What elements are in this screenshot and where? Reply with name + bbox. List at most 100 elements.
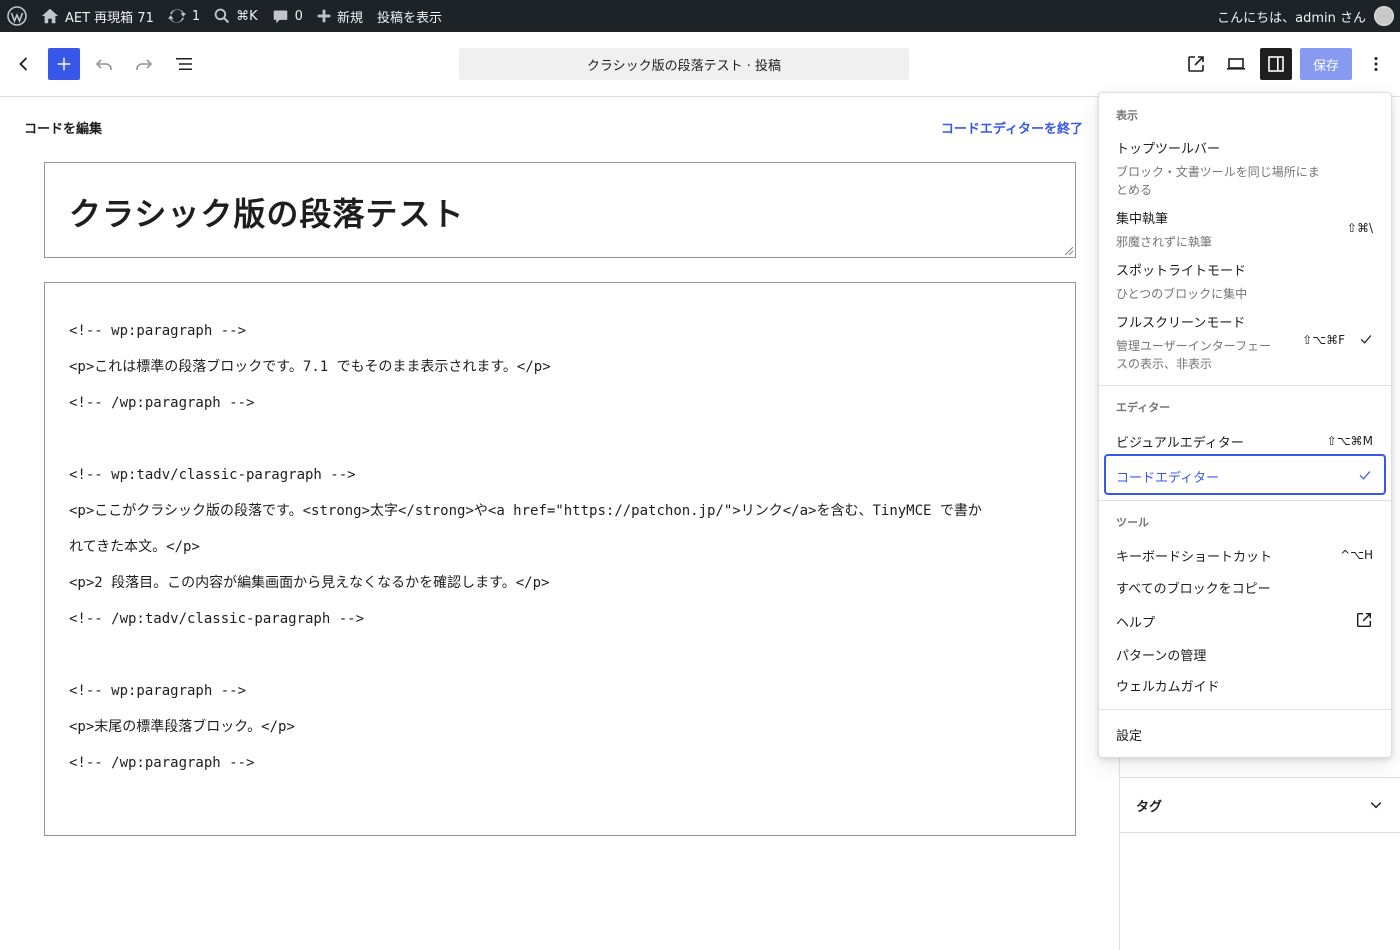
- comments-link[interactable]: 0: [265, 0, 310, 32]
- menu-item-copy-all-blocks[interactable]: すべてのブロックをコピー: [1116, 578, 1373, 597]
- menu-item-spotlight-mode[interactable]: スポットライトモード ひとつのブロックに集中: [1116, 260, 1373, 303]
- menu-item-shortcut: ⇧⌥⌘F: [1302, 333, 1345, 347]
- menu-item-description: 邪魔されずに執筆: [1116, 235, 1213, 249]
- wordpress-logo-icon: [7, 6, 27, 26]
- menu-item-label: 設定: [1116, 729, 1143, 744]
- post-title-text: クラシック版の段落テスト: [69, 195, 465, 233]
- editor-toolbar: クラシック版の段落テスト · 投稿 保存: [0, 32, 1400, 97]
- home-icon: [41, 8, 59, 24]
- site-name-link[interactable]: AET 再現箱 71: [34, 0, 161, 32]
- code-line: <!-- wp:paragraph -->: [69, 323, 247, 339]
- admin-bar: AET 再現箱 71 1 ⌘K 0 新規 投稿を表示 こんにちは、admin さ…: [0, 0, 1400, 32]
- menu-item-description: ブロック・文書ツールを同じ場所にまとめる: [1116, 165, 1320, 197]
- menu-item-top-toolbar[interactable]: トップツールバー ブロック・文書ツールを同じ場所にまとめる: [1116, 138, 1373, 199]
- undo-button[interactable]: [88, 48, 120, 80]
- my-account-link[interactable]: こんにちは、admin さん: [1217, 0, 1394, 32]
- menu-item-help[interactable]: ヘルプ: [1116, 612, 1373, 631]
- menu-item-label: フルスクリーンモード: [1116, 316, 1246, 331]
- view-post-button[interactable]: [1180, 48, 1212, 80]
- menu-item-distraction-free[interactable]: 集中執筆 邪魔されずに執筆 ⇧⌘\: [1116, 208, 1373, 251]
- menu-separator: [1099, 500, 1391, 501]
- undo-icon: [95, 59, 112, 70]
- menu-item-label: ウェルカムガイド: [1116, 680, 1220, 695]
- greeting: こんにちは、admin さん: [1217, 10, 1366, 26]
- comment-icon: [273, 10, 287, 23]
- check-icon: [1358, 467, 1372, 486]
- menu-item-label: パターンの管理: [1116, 649, 1207, 664]
- menu-item-description: 管理ユーザーインターフェースの表示、非表示: [1116, 339, 1272, 371]
- menu-item-shortcut: ^⌥H: [1340, 548, 1373, 562]
- menu-item-welcome-guide[interactable]: ウェルカムガイド: [1116, 676, 1373, 695]
- updates-count: 1: [191, 8, 201, 24]
- view-post-link[interactable]: 投稿を表示: [370, 0, 449, 32]
- redo-button[interactable]: [128, 48, 160, 80]
- wordpress-logo-button[interactable]: [0, 0, 34, 32]
- code-line: <!-- /wp:tadv/classic-paragraph -->: [69, 611, 365, 627]
- menu-item-shortcut: ⇧⌘\: [1346, 221, 1373, 235]
- preview-device-button[interactable]: [1220, 48, 1252, 80]
- back-button[interactable]: [8, 48, 40, 80]
- menu-item-manage-patterns[interactable]: パターンの管理: [1116, 645, 1373, 664]
- desktop-icon: [1227, 58, 1245, 70]
- view-group-label: 表示: [1116, 109, 1138, 122]
- menu-item-keyboard-shortcuts[interactable]: キーボードショートカット ^⌥H: [1116, 546, 1373, 565]
- code-line: <p>2 段落目。この内容が編集画面から見えなくなるかを確認します。</p>: [69, 575, 550, 591]
- chevron-down-icon: [1370, 802, 1382, 809]
- command-palette-link[interactable]: ⌘K: [207, 0, 265, 32]
- updates-icon: [167, 9, 186, 23]
- chevron-left-icon: [19, 57, 28, 71]
- menu-item-label: トップツールバー: [1116, 142, 1221, 157]
- save-button[interactable]: 保存: [1300, 48, 1352, 80]
- resize-handle[interactable]: [1065, 247, 1073, 255]
- menu-item-label: 集中執筆: [1116, 212, 1169, 227]
- menu-item-visual-editor[interactable]: ビジュアルエディター ⇧⌥⌘M: [1116, 432, 1373, 451]
- menu-item-label: キーボードショートカット: [1116, 550, 1273, 565]
- plus-icon: [57, 57, 71, 71]
- comments-count: 0: [294, 8, 303, 24]
- code-line: <!-- wp:paragraph -->: [69, 683, 247, 699]
- menu-separator: [1099, 385, 1391, 386]
- updates-link[interactable]: 1: [161, 0, 207, 32]
- search-icon: [214, 8, 230, 24]
- tools-group-label: ツール: [1116, 516, 1149, 529]
- plus-icon: [317, 9, 331, 23]
- menu-item-label: コードエディター: [1116, 471, 1220, 486]
- check-icon: [1359, 332, 1373, 350]
- menu-item-label: すべてのブロックをコピー: [1116, 582, 1271, 597]
- tags-panel-label: タグ: [1136, 799, 1163, 815]
- options-dropdown-menu: 表示 トップツールバー ブロック・文書ツールを同じ場所にまとめる 集中執筆 邪魔…: [1098, 92, 1392, 758]
- menu-item-preferences[interactable]: 設定: [1116, 725, 1373, 744]
- options-menu-button[interactable]: [1360, 48, 1392, 80]
- post-title-textarea[interactable]: クラシック版の段落テスト: [44, 162, 1076, 258]
- code-line: <!-- /wp:paragraph -->: [69, 755, 255, 771]
- redo-icon: [136, 59, 153, 70]
- code-line: <p>末尾の標準段落ブロック。</p>: [69, 719, 295, 735]
- menu-separator: [1099, 709, 1391, 710]
- code-line: <p>これは標準の段落ブロックです。7.1 でもそのまま表示されます。</p>: [69, 359, 551, 375]
- more-vertical-icon: [1374, 57, 1378, 71]
- code-line: れてきた本文。</p>: [69, 539, 200, 555]
- block-inserter-button[interactable]: [48, 48, 80, 80]
- code-line: <p>ここがクラシック版の段落です。<strong>太字</strong>や<a…: [69, 503, 982, 519]
- tags-panel-toggle[interactable]: タグ: [1120, 777, 1400, 833]
- view-post-label: 投稿を表示: [376, 10, 442, 26]
- menu-item-code-editor[interactable]: コードエディター: [1104, 454, 1386, 495]
- code-editor-heading: コードを編集: [24, 122, 103, 137]
- document-title-bar[interactable]: クラシック版の段落テスト · 投稿: [459, 48, 909, 80]
- code-line: <!-- /wp:paragraph -->: [69, 395, 255, 411]
- external-link-icon: [1188, 56, 1204, 72]
- menu-item-fullscreen-mode[interactable]: フルスクリーンモード 管理ユーザーインターフェースの表示、非表示 ⇧⌥⌘F: [1116, 312, 1373, 373]
- search-shortcut: ⌘K: [236, 8, 258, 24]
- code-line: <!-- wp:tadv/classic-paragraph -->: [69, 467, 356, 483]
- exit-code-editor-button[interactable]: コードエディターを終了: [941, 118, 1083, 137]
- document-overview-button[interactable]: [168, 48, 200, 80]
- menu-item-label: ヘルプ: [1116, 616, 1156, 631]
- new-content-link[interactable]: 新規: [310, 0, 370, 32]
- code-editor-textarea[interactable]: <!-- wp:paragraph --> <p>これは標準の段落ブロックです。…: [44, 282, 1076, 836]
- settings-sidebar-toggle[interactable]: [1260, 48, 1292, 80]
- menu-item-label: スポットライトモード: [1116, 264, 1247, 279]
- menu-item-shortcut: ⇧⌥⌘M: [1326, 434, 1373, 448]
- sidebar-icon: [1268, 56, 1284, 72]
